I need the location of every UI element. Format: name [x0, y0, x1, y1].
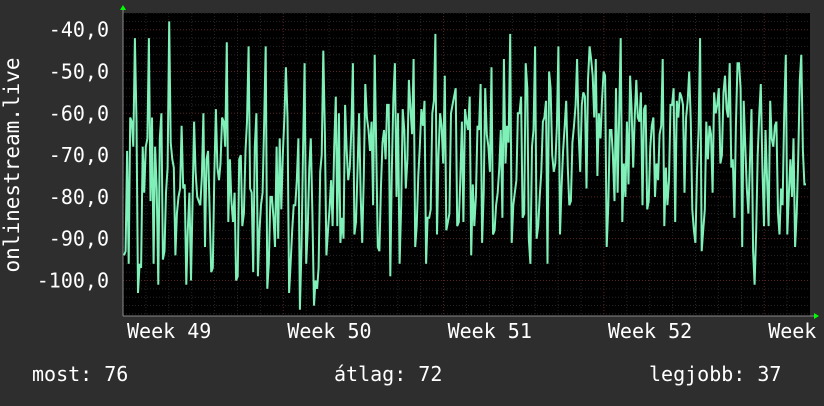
x-tick-label: Week 49 [127, 319, 211, 343]
chart-container: -40,0 -50,0 -60,0 -70,0 -80,0 -90,0 -100,0 Wee… [0, 0, 824, 402]
y-tick-label: -50,0 [49, 60, 109, 84]
y-tick-label: -40,0 [49, 18, 109, 42]
x-tick-label: Week 50 [287, 319, 371, 343]
y-tick-label: -60,0 [49, 101, 109, 125]
line-chart: -40,0 -50,0 -60,0 -70,0 -80,0 -90,0 -100,0 Wee… [0, 5, 819, 343]
best-value-stat: legjobb: 37 [649, 362, 782, 386]
y-tick-label: -80,0 [49, 185, 109, 209]
y-tick-label: -100,0 [37, 268, 109, 292]
average-value-stat: átlag: 72 [334, 362, 443, 386]
y-axis-arrow [120, 5, 126, 10]
x-tick-label: Week 52 [608, 319, 692, 343]
y-tick-label: -90,0 [49, 227, 109, 251]
y-axis-label: onlinestream.live [0, 58, 24, 273]
y-tick-label: -70,0 [49, 143, 109, 167]
x-tick-label: Week [768, 319, 816, 343]
x-tick-label: Week 51 [448, 319, 532, 343]
current-value-stat: most: 76 [32, 362, 129, 386]
